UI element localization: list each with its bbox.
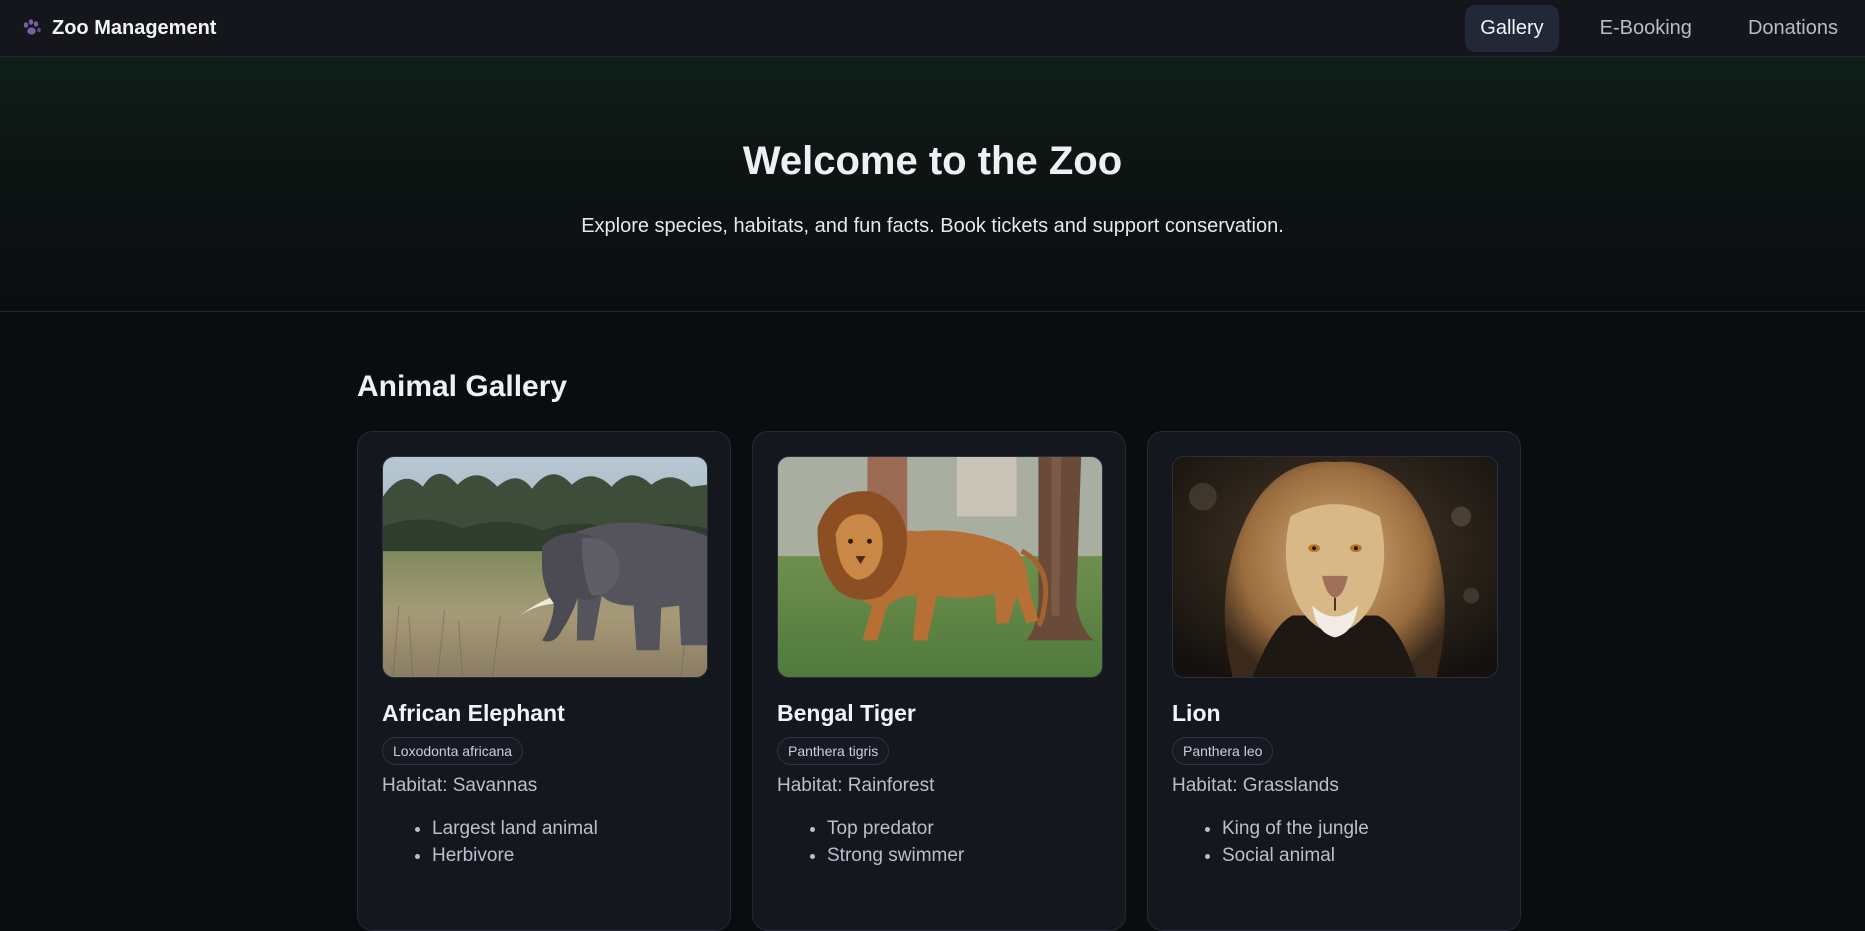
nav-donations[interactable]: Donations (1733, 5, 1853, 52)
fact-item: Strong swimmer (827, 842, 1101, 869)
animal-name: Bengal Tiger (777, 700, 916, 726)
hero-subtitle: Explore species, habitats, and fun facts… (581, 215, 1284, 237)
scientific-name-badge: Panthera tigris (777, 737, 890, 765)
gallery-title: Animal Gallery (357, 370, 568, 403)
fact-item: Top predator (827, 815, 1101, 842)
elephant-photo (382, 456, 708, 678)
animal-card[interactable]: African Elephant Loxodonta africana Habi… (357, 431, 731, 931)
hero-title: Welcome to the Zoo (742, 139, 1123, 183)
scientific-name-badge: Loxodonta africana (382, 737, 524, 765)
walking-lion-photo (777, 456, 1103, 678)
animal-name: Lion (1172, 700, 1221, 726)
animal-card[interactable]: Lion Panthera leo Habitat: Grasslands Ki… (1147, 431, 1521, 931)
fact-item: Largest land animal (432, 815, 706, 842)
brand[interactable]: Zoo Management (20, 0, 216, 56)
habitat-text: Habitat: Grasslands (1172, 775, 1339, 796)
paw-icon (20, 16, 44, 40)
fact-list: Largest land animal Herbivore (382, 815, 706, 869)
fact-list: King of the jungle Social animal (1172, 815, 1496, 869)
fact-list: Top predator Strong swimmer (777, 815, 1101, 869)
animal-card-list: African Elephant Loxodonta africana Habi… (357, 431, 1522, 931)
animal-card[interactable]: Bengal Tiger Panthera tigris Habitat: Ra… (752, 431, 1126, 931)
fact-item: Social animal (1222, 842, 1496, 869)
fact-item: Herbivore (432, 842, 706, 869)
animal-name: African Elephant (382, 700, 565, 726)
top-navbar: Zoo Management Gallery E-Booking Donatio… (0, 0, 1865, 57)
habitat-text: Habitat: Savannas (382, 775, 538, 796)
habitat-text: Habitat: Rainforest (777, 775, 935, 796)
nav-e-booking[interactable]: E-Booking (1585, 5, 1707, 52)
hero-section: Welcome to the Zoo Explore species, habi… (0, 57, 1865, 312)
main-nav: Gallery E-Booking Donations (1465, 0, 1865, 56)
fact-item: King of the jungle (1222, 815, 1496, 842)
scientific-name-badge: Panthera leo (1172, 737, 1274, 765)
lion-portrait-photo (1172, 456, 1498, 678)
brand-title: Zoo Management (52, 16, 217, 39)
nav-gallery[interactable]: Gallery (1465, 4, 1559, 52)
